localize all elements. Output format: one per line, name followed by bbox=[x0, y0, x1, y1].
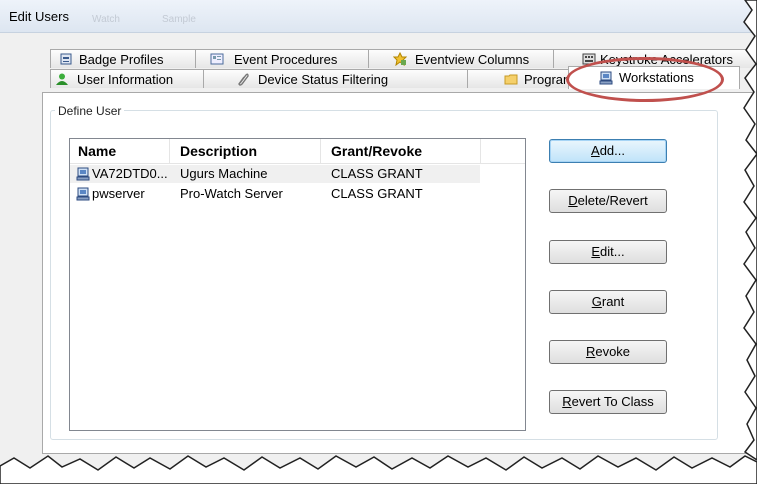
revoke-label: evoke bbox=[595, 344, 631, 359]
table-row[interactable]: VA72DTD0... Ugurs Machine CLASS GRANT bbox=[70, 165, 480, 183]
tab-label: Badge Profiles bbox=[79, 52, 164, 67]
table-row[interactable]: pwserver Pro-Watch Server CLASS GRANT bbox=[70, 185, 480, 203]
column-header-name[interactable]: Name bbox=[70, 139, 170, 163]
revoke-button[interactable]: Revoke bbox=[549, 340, 667, 364]
user-icon bbox=[56, 73, 68, 85]
delete-mnemonic: D bbox=[568, 193, 578, 208]
eventview-columns-icon bbox=[393, 52, 407, 66]
add-label: dd... bbox=[599, 143, 625, 158]
title-bar[interactable]: Edit Users Watch Sample bbox=[0, 0, 757, 33]
tab-workstations[interactable]: Workstations bbox=[568, 66, 740, 89]
tab-label: Device Status Filtering bbox=[258, 72, 389, 87]
tab-badge-profiles[interactable]: Badge Profiles bbox=[50, 49, 196, 68]
workstations-list[interactable]: Name Description Grant/Revoke VA72DTD0..… bbox=[69, 138, 526, 431]
tab-eventview-columns[interactable]: Eventview Columns bbox=[368, 49, 554, 68]
tab-label: Eventview Columns bbox=[415, 52, 530, 67]
tab-device-status-filtering[interactable]: Device Status Filtering bbox=[203, 69, 468, 88]
revert-to-class-button[interactable]: Revert To Class bbox=[549, 390, 667, 414]
badge-profiles-icon bbox=[60, 53, 72, 65]
revert-mnemonic: R bbox=[562, 394, 572, 409]
title-ghost-text: Sample bbox=[162, 14, 196, 25]
keystroke-accelerators-icon bbox=[582, 53, 596, 65]
add-mnemonic: A bbox=[591, 143, 600, 158]
column-header-description[interactable]: Description bbox=[170, 139, 321, 163]
define-user-label: Define User bbox=[55, 104, 125, 118]
cell-name: pwserver bbox=[92, 186, 145, 201]
grant-mnemonic: G bbox=[591, 294, 602, 309]
folder-icon bbox=[504, 74, 518, 85]
edit-button[interactable]: Edit... bbox=[549, 240, 667, 264]
grant-label: rant bbox=[601, 294, 625, 309]
tab-event-procedures[interactable]: Event Procedures bbox=[195, 49, 369, 68]
edit-mnemonic: E bbox=[591, 244, 601, 259]
edit-label: dit... bbox=[600, 244, 625, 259]
tab-label: Event Procedures bbox=[234, 52, 338, 67]
workstation-icon bbox=[599, 71, 613, 85]
column-header-grant-revoke[interactable]: Grant/Revoke bbox=[321, 139, 481, 163]
grant-button[interactable]: Grant bbox=[549, 290, 667, 314]
event-procedures-icon bbox=[210, 53, 224, 65]
delete-label: elete/Revert bbox=[577, 193, 648, 208]
title-ghost-text: Watch bbox=[92, 14, 120, 25]
workstation-icon bbox=[76, 167, 90, 181]
cell-grant-revoke: CLASS GRANT bbox=[331, 186, 423, 201]
edit-users-window: Edit Users Watch Sample Badge Profiles E… bbox=[0, 0, 757, 484]
add-button[interactable]: Add... bbox=[549, 139, 667, 163]
tab-user-information[interactable]: User Information bbox=[50, 69, 204, 88]
tab-label: Workstations bbox=[619, 70, 694, 85]
cell-grant-revoke: CLASS GRANT bbox=[331, 166, 423, 181]
revoke-mnemonic: R bbox=[585, 344, 596, 359]
cell-description: Ugurs Machine bbox=[180, 166, 268, 181]
cell-name: VA72DTD0... bbox=[92, 166, 168, 181]
window-title: Edit Users bbox=[9, 9, 69, 24]
workstation-icon bbox=[76, 187, 90, 201]
tab-label: User Information bbox=[77, 72, 174, 87]
revert-label: evert To Class bbox=[571, 394, 654, 409]
cell-description: Pro-Watch Server bbox=[180, 186, 283, 201]
paperclip-icon bbox=[238, 73, 249, 86]
list-header: Name Description Grant/Revoke bbox=[70, 139, 525, 164]
delete-revert-button[interactable]: Delete/Revert bbox=[549, 189, 667, 213]
